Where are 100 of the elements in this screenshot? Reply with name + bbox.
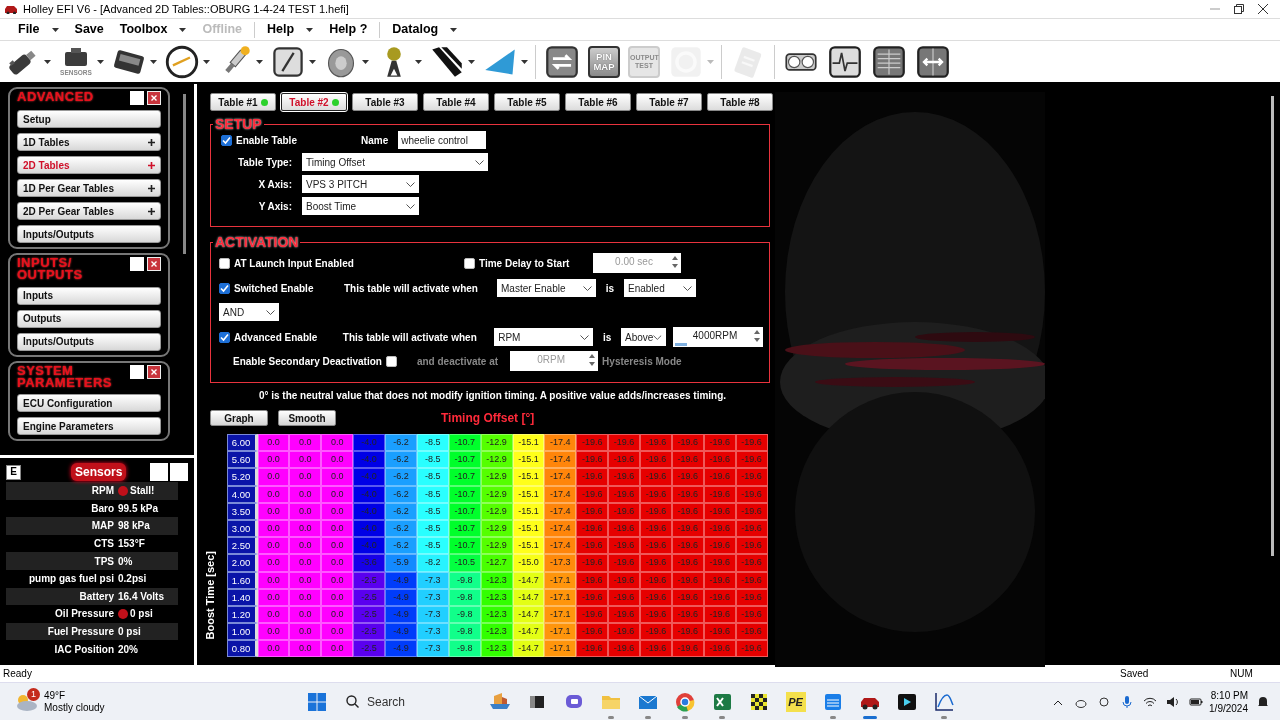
table-cell[interactable]: -15.1 [512, 434, 545, 452]
table-cell[interactable]: -19.6 [703, 640, 736, 658]
nav-item[interactable]: Inputs/Outputs [17, 332, 161, 351]
table-cell[interactable]: 0.0 [289, 623, 322, 641]
table-cell[interactable]: 0.0 [289, 537, 322, 555]
menu-item[interactable]: Help [259, 20, 322, 39]
caret-icon[interactable] [51, 27, 59, 32]
tab[interactable]: Table #3 [352, 93, 418, 111]
table-cell[interactable]: -9.8 [448, 640, 481, 658]
table-cell[interactable]: -17.4 [544, 468, 577, 486]
menu-item[interactable]: Help ? [321, 20, 376, 39]
table-cell[interactable]: -19.6 [671, 623, 704, 641]
tab[interactable]: Table #6 [565, 93, 631, 111]
pin-toggle[interactable] [150, 463, 168, 481]
windows-icon[interactable] [308, 692, 326, 711]
table-cell[interactable]: -15.1 [512, 537, 545, 555]
dropdown[interactable]: Master Enable [497, 279, 596, 297]
caret-icon[interactable] [450, 27, 458, 32]
caret-icon[interactable] [150, 59, 157, 64]
pin-toggle[interactable] [130, 364, 144, 379]
table-cell[interactable]: -8.5 [416, 468, 449, 486]
table-cell[interactable]: -6.2 [385, 451, 417, 469]
table-cell[interactable]: -19.6 [576, 640, 609, 658]
dropdown[interactable]: Timing Offset [302, 153, 488, 171]
caret-icon[interactable] [580, 334, 590, 340]
table-cell[interactable]: -9.8 [448, 623, 481, 641]
table-cell[interactable]: -14.7 [512, 640, 545, 658]
nav-item[interactable]: Setup [17, 110, 161, 128]
nav-item[interactable]: 1D Tables [17, 133, 161, 151]
table-cell[interactable]: -10.7 [448, 451, 481, 469]
table-cell[interactable]: -19.6 [640, 623, 672, 641]
dropdown[interactable]: AND [219, 303, 279, 321]
table-cell[interactable]: -8.2 [416, 554, 449, 572]
caret-icon[interactable] [406, 181, 415, 187]
table-cell[interactable]: -19.6 [703, 451, 736, 469]
menu-item[interactable]: Datalog [384, 20, 466, 39]
caret-icon[interactable] [309, 59, 316, 64]
table-cell[interactable]: -19.6 [703, 434, 736, 452]
table-cell[interactable]: -19.6 [576, 434, 609, 452]
dropdown[interactable]: VPS 3 PITCH [302, 175, 419, 193]
table-cell[interactable]: 0.0 [289, 434, 322, 452]
table-cell[interactable]: -7.3 [416, 640, 449, 658]
table-cell[interactable]: -19.6 [671, 537, 704, 555]
table-cell[interactable]: -17.4 [544, 451, 577, 469]
caret-icon[interactable] [683, 285, 692, 291]
search-field[interactable]: Search [338, 687, 473, 716]
table-cell[interactable]: -6.2 [385, 537, 417, 555]
table-cell[interactable]: -10.5 [448, 554, 481, 572]
table-cell[interactable]: 0.0 [289, 640, 322, 658]
nav-item[interactable]: Outputs [17, 309, 161, 328]
nav-item[interactable]: ECU Configuration [17, 394, 161, 413]
table-cell[interactable]: 0.0 [257, 623, 290, 641]
spin-arrows-icon[interactable] [753, 328, 761, 344]
toolbar-button[interactable]: PIN MAP [588, 45, 620, 78]
table-cell[interactable]: 0.0 [289, 451, 322, 469]
table-cell[interactable]: -19.6 [735, 537, 768, 555]
nav-item[interactable]: Inputs [17, 286, 161, 305]
checkbox[interactable] [219, 331, 230, 343]
caret-icon[interactable] [362, 59, 369, 64]
caret-icon[interactable] [415, 59, 422, 64]
dropdown[interactable]: Above [621, 328, 666, 346]
tab[interactable]: Table #1 [210, 93, 276, 111]
caret-icon[interactable] [475, 159, 484, 165]
table-cell[interactable]: -15.0 [512, 554, 545, 572]
table-cell[interactable]: -19.6 [703, 623, 736, 641]
table-cell[interactable]: -19.6 [671, 451, 704, 469]
table-cell[interactable]: -7.3 [416, 623, 449, 641]
caret-icon[interactable] [44, 59, 51, 64]
table-cell[interactable]: 0.0 [321, 434, 354, 452]
table-cell[interactable]: -19.6 [671, 468, 704, 486]
table-cell[interactable]: -19.6 [640, 554, 672, 572]
table-cell[interactable]: -19.6 [608, 537, 640, 555]
tab[interactable]: Table #7 [636, 93, 702, 111]
table-cell[interactable]: -19.6 [735, 623, 768, 641]
table-cell[interactable]: 0.0 [321, 623, 354, 641]
menu-item[interactable]: Save [66, 20, 112, 39]
table-cell[interactable]: -6.2 [385, 468, 417, 486]
table-cell[interactable]: -12.9 [480, 434, 513, 452]
table-cell[interactable]: 0.0 [257, 451, 290, 469]
table-cell[interactable]: -19.6 [608, 434, 640, 452]
scrollbar-thumb[interactable] [1271, 96, 1274, 556]
tab[interactable]: Table #2 [281, 93, 347, 111]
dropdown[interactable]: Boost Time [302, 197, 419, 215]
taskbar-app[interactable]: PE [777, 682, 814, 720]
restore-icon[interactable] [1234, 4, 1244, 14]
caret-icon[interactable] [203, 59, 210, 64]
table-cell[interactable]: -19.6 [735, 554, 768, 572]
table-cell[interactable]: 0.0 [257, 468, 290, 486]
nav-item[interactable]: Inputs/Outputs [17, 225, 161, 243]
table-cell[interactable]: -19.6 [671, 554, 704, 572]
nav-item[interactable]: Engine Parameters [17, 417, 161, 436]
checkbox[interactable] [219, 257, 230, 269]
table-cell[interactable]: -8.5 [416, 537, 449, 555]
table-cell[interactable]: -19.6 [735, 451, 768, 469]
caret-icon[interactable] [179, 27, 187, 32]
table-cell[interactable]: -19.6 [608, 451, 640, 469]
table-cell[interactable]: -19.6 [608, 623, 640, 641]
nav-item[interactable]: 2D Per Gear Tables [17, 202, 161, 220]
action-button[interactable]: Graph [210, 410, 268, 426]
caret-icon[interactable] [583, 285, 592, 291]
